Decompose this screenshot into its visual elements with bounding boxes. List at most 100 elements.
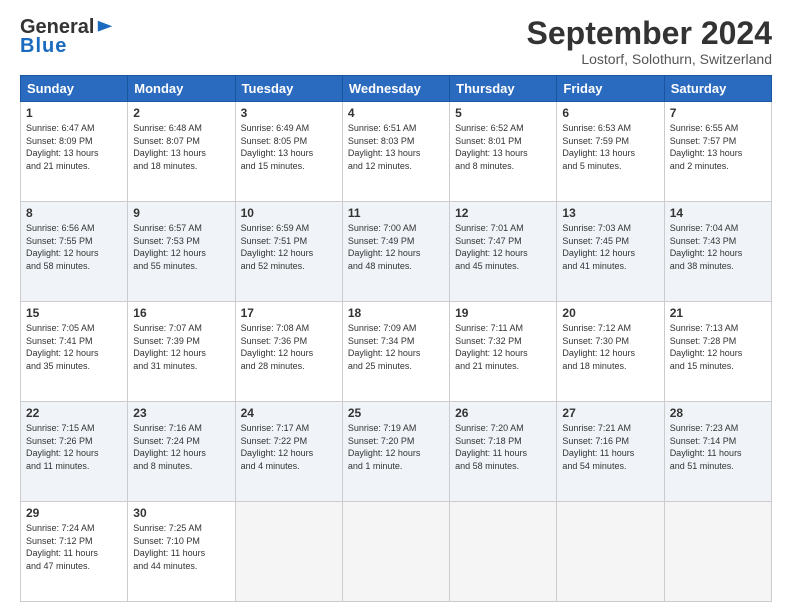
day-number: 20 xyxy=(562,306,658,320)
day-number: 27 xyxy=(562,406,658,420)
day-number: 24 xyxy=(241,406,337,420)
day-number: 29 xyxy=(26,506,122,520)
calendar: Sunday Monday Tuesday Wednesday Thursday… xyxy=(20,75,772,602)
table-row xyxy=(664,502,771,602)
day-info: Sunrise: 7:25 AM Sunset: 7:10 PM Dayligh… xyxy=(133,522,229,572)
day-number: 26 xyxy=(455,406,551,420)
logo-flag-icon xyxy=(96,19,114,37)
day-number: 23 xyxy=(133,406,229,420)
day-info: Sunrise: 7:24 AM Sunset: 7:12 PM Dayligh… xyxy=(26,522,122,572)
table-row: 13 Sunrise: 7:03 AM Sunset: 7:45 PM Dayli… xyxy=(557,202,664,302)
calendar-week-row: 1Sunrise: 6:47 AM Sunset: 8:09 PM Daylig… xyxy=(21,102,772,202)
table-row: 23 Sunrise: 7:16 AM Sunset: 7:24 PM Dayli… xyxy=(128,402,235,502)
day-info: Sunrise: 7:20 AM Sunset: 7:18 PM Dayligh… xyxy=(455,422,551,472)
table-row: 3 Sunrise: 6:49 AM Sunset: 8:05 PM Daylig… xyxy=(235,102,342,202)
day-number: 8 xyxy=(26,206,122,220)
table-row: 4Sunrise: 6:51 AM Sunset: 8:03 PM Daylig… xyxy=(342,102,449,202)
day-info: Sunrise: 7:07 AM Sunset: 7:39 PM Dayligh… xyxy=(133,322,229,372)
day-info: Sunrise: 6:47 AM Sunset: 8:09 PM Dayligh… xyxy=(26,122,122,172)
table-row xyxy=(235,502,342,602)
day-info: Sunrise: 6:49 AM Sunset: 8:05 PM Dayligh… xyxy=(241,122,337,172)
day-info: Sunrise: 7:12 AM Sunset: 7:30 PM Dayligh… xyxy=(562,322,658,372)
table-row: 27Sunrise: 7:21 AM Sunset: 7:16 PM Dayli… xyxy=(557,402,664,502)
title-block: September 2024 Lostorf, Solothurn, Switz… xyxy=(527,16,772,67)
day-number: 6 xyxy=(562,106,658,120)
table-row: 16 Sunrise: 7:07 AM Sunset: 7:39 PM Dayli… xyxy=(128,302,235,402)
table-row xyxy=(450,502,557,602)
table-row: 5 Sunrise: 6:52 AM Sunset: 8:01 PM Daylig… xyxy=(450,102,557,202)
col-saturday: Saturday xyxy=(664,76,771,102)
day-number: 22 xyxy=(26,406,122,420)
table-row: 1Sunrise: 6:47 AM Sunset: 8:09 PM Daylig… xyxy=(21,102,128,202)
table-row: 9 Sunrise: 6:57 AM Sunset: 7:53 PM Daylig… xyxy=(128,202,235,302)
table-row: 7 Sunrise: 6:55 AM Sunset: 7:57 PM Daylig… xyxy=(664,102,771,202)
location: Lostorf, Solothurn, Switzerland xyxy=(527,51,772,67)
day-number: 15 xyxy=(26,306,122,320)
day-info: Sunrise: 7:03 AM Sunset: 7:45 PM Dayligh… xyxy=(562,222,658,272)
day-number: 30 xyxy=(133,506,229,520)
header: General Blue September 2024 Lostorf, Sol… xyxy=(20,16,772,67)
day-info: Sunrise: 6:56 AM Sunset: 7:55 PM Dayligh… xyxy=(26,222,122,272)
table-row xyxy=(557,502,664,602)
table-row: 20 Sunrise: 7:12 AM Sunset: 7:30 PM Dayli… xyxy=(557,302,664,402)
logo: General Blue xyxy=(20,16,114,58)
table-row: 8 Sunrise: 6:56 AM Sunset: 7:55 PM Daylig… xyxy=(21,202,128,302)
table-row: 21Sunrise: 7:13 AM Sunset: 7:28 PM Dayli… xyxy=(664,302,771,402)
day-number: 19 xyxy=(455,306,551,320)
day-info: Sunrise: 7:09 AM Sunset: 7:34 PM Dayligh… xyxy=(348,322,444,372)
table-row: 18 Sunrise: 7:09 AM Sunset: 7:34 PM Dayli… xyxy=(342,302,449,402)
day-info: Sunrise: 6:57 AM Sunset: 7:53 PM Dayligh… xyxy=(133,222,229,272)
day-number: 18 xyxy=(348,306,444,320)
col-tuesday: Tuesday xyxy=(235,76,342,102)
day-info: Sunrise: 7:05 AM Sunset: 7:41 PM Dayligh… xyxy=(26,322,122,372)
day-info: Sunrise: 6:55 AM Sunset: 7:57 PM Dayligh… xyxy=(670,122,766,172)
day-number: 12 xyxy=(455,206,551,220)
day-number: 2 xyxy=(133,106,229,120)
day-number: 28 xyxy=(670,406,766,420)
col-wednesday: Wednesday xyxy=(342,76,449,102)
table-row: 19Sunrise: 7:11 AM Sunset: 7:32 PM Dayli… xyxy=(450,302,557,402)
col-thursday: Thursday xyxy=(450,76,557,102)
table-row: 17Sunrise: 7:08 AM Sunset: 7:36 PM Dayli… xyxy=(235,302,342,402)
day-number: 9 xyxy=(133,206,229,220)
day-info: Sunrise: 7:08 AM Sunset: 7:36 PM Dayligh… xyxy=(241,322,337,372)
table-row: 24 Sunrise: 7:17 AM Sunset: 7:22 PM Dayli… xyxy=(235,402,342,502)
day-info: Sunrise: 7:00 AM Sunset: 7:49 PM Dayligh… xyxy=(348,222,444,272)
logo-blue: Blue xyxy=(20,35,67,58)
col-friday: Friday xyxy=(557,76,664,102)
day-info: Sunrise: 7:04 AM Sunset: 7:43 PM Dayligh… xyxy=(670,222,766,272)
day-number: 5 xyxy=(455,106,551,120)
month-title: September 2024 xyxy=(527,16,772,51)
day-info: Sunrise: 7:15 AM Sunset: 7:26 PM Dayligh… xyxy=(26,422,122,472)
table-row: 10 Sunrise: 6:59 AM Sunset: 7:51 PM Dayli… xyxy=(235,202,342,302)
table-row: 15 Sunrise: 7:05 AM Sunset: 7:41 PM Dayli… xyxy=(21,302,128,402)
day-info: Sunrise: 7:13 AM Sunset: 7:28 PM Dayligh… xyxy=(670,322,766,372)
calendar-week-row: 29 Sunrise: 7:24 AM Sunset: 7:12 PM Dayli… xyxy=(21,502,772,602)
day-info: Sunrise: 7:17 AM Sunset: 7:22 PM Dayligh… xyxy=(241,422,337,472)
col-monday: Monday xyxy=(128,76,235,102)
calendar-week-row: 22 Sunrise: 7:15 AM Sunset: 7:26 PM Dayli… xyxy=(21,402,772,502)
day-info: Sunrise: 6:59 AM Sunset: 7:51 PM Dayligh… xyxy=(241,222,337,272)
day-number: 16 xyxy=(133,306,229,320)
day-info: Sunrise: 7:16 AM Sunset: 7:24 PM Dayligh… xyxy=(133,422,229,472)
day-number: 3 xyxy=(241,106,337,120)
page: General Blue September 2024 Lostorf, Sol… xyxy=(0,0,792,612)
day-number: 10 xyxy=(241,206,337,220)
table-row: 25 Sunrise: 7:19 AM Sunset: 7:20 PM Dayli… xyxy=(342,402,449,502)
day-number: 7 xyxy=(670,106,766,120)
day-info: Sunrise: 7:01 AM Sunset: 7:47 PM Dayligh… xyxy=(455,222,551,272)
day-info: Sunrise: 6:53 AM Sunset: 7:59 PM Dayligh… xyxy=(562,122,658,172)
col-sunday: Sunday xyxy=(21,76,128,102)
table-row: 26 Sunrise: 7:20 AM Sunset: 7:18 PM Dayli… xyxy=(450,402,557,502)
day-number: 25 xyxy=(348,406,444,420)
day-number: 13 xyxy=(562,206,658,220)
day-info: Sunrise: 6:52 AM Sunset: 8:01 PM Dayligh… xyxy=(455,122,551,172)
calendar-week-row: 15 Sunrise: 7:05 AM Sunset: 7:41 PM Dayli… xyxy=(21,302,772,402)
day-info: Sunrise: 7:23 AM Sunset: 7:14 PM Dayligh… xyxy=(670,422,766,472)
calendar-week-row: 8 Sunrise: 6:56 AM Sunset: 7:55 PM Daylig… xyxy=(21,202,772,302)
calendar-header-row: Sunday Monday Tuesday Wednesday Thursday… xyxy=(21,76,772,102)
day-number: 11 xyxy=(348,206,444,220)
table-row: 11 Sunrise: 7:00 AM Sunset: 7:49 PM Dayli… xyxy=(342,202,449,302)
day-info: Sunrise: 7:19 AM Sunset: 7:20 PM Dayligh… xyxy=(348,422,444,472)
table-row: 14Sunrise: 7:04 AM Sunset: 7:43 PM Dayli… xyxy=(664,202,771,302)
